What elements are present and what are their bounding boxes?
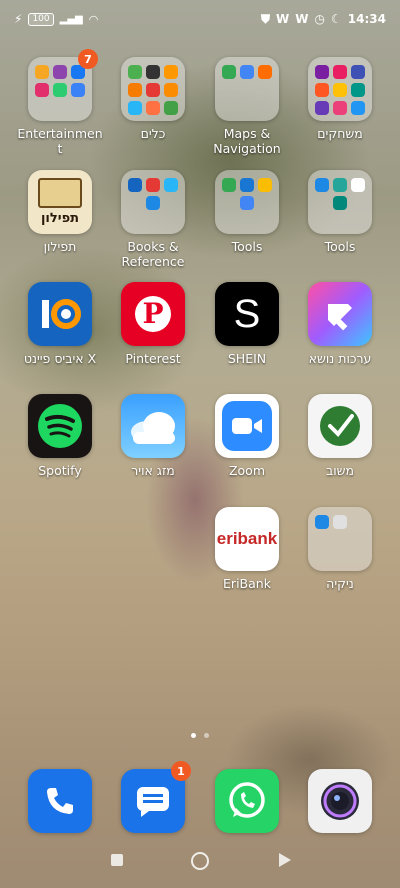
notification-badge: 1 bbox=[171, 761, 191, 781]
app-label: משחקים bbox=[317, 126, 363, 141]
app-label: Tools bbox=[231, 239, 263, 254]
eribank-icon: eribank bbox=[215, 507, 279, 571]
folder-games[interactable]: משחקים bbox=[293, 57, 387, 141]
app-label: משוב bbox=[326, 463, 354, 478]
dock-phone[interactable] bbox=[13, 769, 107, 833]
svg-text:P: P bbox=[142, 297, 163, 330]
charging-icon: ⚡ bbox=[14, 12, 23, 26]
book-icon bbox=[38, 178, 82, 208]
app-label: Zoom bbox=[228, 463, 266, 478]
camera-icon bbox=[308, 769, 372, 833]
page-dot-active[interactable] bbox=[191, 733, 196, 738]
back-button[interactable] bbox=[279, 853, 291, 867]
maps-folder-icon bbox=[215, 57, 279, 121]
status-bar-right: ⛊ W W ◷ ☾ 14:34 bbox=[261, 10, 386, 28]
app-label: Entertainmen t bbox=[17, 126, 103, 156]
app-themes[interactable]: ערכות נושא bbox=[293, 282, 387, 366]
app-pinterest[interactable]: P Pinterest bbox=[106, 282, 200, 366]
navigation-bar bbox=[0, 852, 400, 872]
folder-tools-1[interactable]: Tools bbox=[200, 170, 294, 254]
shield-icon: ⛊ bbox=[261, 11, 271, 26]
battery-indicator: 100 bbox=[28, 12, 54, 26]
notification-badge: 7 bbox=[78, 49, 98, 69]
eribank-logo-text: eribank bbox=[216, 529, 278, 548]
app-label: ערכות נושא bbox=[308, 351, 372, 366]
dock-messages[interactable]: 1 bbox=[106, 761, 200, 833]
app-label: כלים bbox=[140, 126, 166, 141]
folder-cleaner[interactable]: ניקיה bbox=[293, 507, 387, 591]
entertainment-folder-icon: 7 bbox=[28, 49, 98, 121]
app-label: תפילון bbox=[43, 239, 77, 254]
app-spotify[interactable]: Spotify bbox=[13, 394, 107, 478]
whatsapp-icon bbox=[215, 769, 279, 833]
recents-button[interactable] bbox=[111, 854, 123, 866]
dock-camera[interactable] bbox=[293, 769, 387, 833]
spotify-icon bbox=[28, 394, 92, 458]
weather-icon bbox=[121, 394, 185, 458]
app-weather[interactable]: מזג אויר bbox=[106, 394, 200, 478]
phone-icon bbox=[28, 769, 92, 833]
app-label: איביס פיינט X bbox=[23, 351, 97, 366]
ibis-paint-icon bbox=[28, 282, 92, 346]
app-mashov[interactable]: משוב bbox=[293, 394, 387, 478]
alarm-icon: ◷ bbox=[314, 12, 326, 26]
w-app2-icon: W bbox=[295, 12, 309, 26]
wifi-icon: ◠ bbox=[88, 12, 99, 26]
tefilon-icon-text: תפילון bbox=[40, 211, 80, 226]
books-folder-icon bbox=[121, 170, 185, 234]
games-folder-icon bbox=[308, 57, 372, 121]
folder-entertainment[interactable]: 7 Entertainmen t bbox=[13, 49, 107, 156]
pinterest-icon: P bbox=[121, 282, 185, 346]
app-label: SHEIN bbox=[227, 351, 267, 366]
app-tefilon[interactable]: תפילון תפילון bbox=[13, 170, 107, 254]
signal-icon: ▂▄▆ bbox=[59, 13, 83, 25]
folder-tools-hebrew[interactable]: כלים bbox=[106, 57, 200, 141]
shein-logo-text: S bbox=[233, 291, 261, 336]
app-label: Books & Reference bbox=[121, 239, 185, 269]
tefilon-icon: תפילון bbox=[28, 170, 92, 234]
app-label: ניקיה bbox=[326, 576, 354, 591]
dock-whatsapp[interactable] bbox=[200, 769, 294, 833]
zoom-icon bbox=[215, 394, 279, 458]
folder-maps[interactable]: Maps & Navigation bbox=[200, 57, 294, 156]
tools-folder-icon bbox=[121, 57, 185, 121]
app-label: Tools bbox=[324, 239, 356, 254]
app-zoom[interactable]: Zoom bbox=[200, 394, 294, 478]
tools-folder-icon bbox=[215, 170, 279, 234]
cleaner-folder-icon bbox=[308, 507, 372, 571]
app-eribank[interactable]: eribank EriBank bbox=[200, 507, 294, 591]
moon-icon: ☾ bbox=[331, 12, 342, 26]
status-bar-left: ⚡ 100 ▂▄▆ ◠ bbox=[14, 10, 98, 28]
shein-icon: S bbox=[215, 282, 279, 346]
app-label: Maps & Navigation bbox=[213, 126, 281, 156]
app-label: Spotify bbox=[38, 463, 82, 478]
home-button[interactable] bbox=[191, 852, 209, 870]
app-label: מזג אויר bbox=[131, 463, 175, 478]
mashov-icon bbox=[308, 394, 372, 458]
app-ibis-paint[interactable]: איביס פיינט X bbox=[13, 282, 107, 366]
folder-tools-2[interactable]: Tools bbox=[293, 170, 387, 254]
clock-time: 14:34 bbox=[347, 12, 386, 26]
tools-folder-icon bbox=[308, 170, 372, 234]
app-shein[interactable]: S SHEIN bbox=[200, 282, 294, 366]
app-label: EriBank bbox=[223, 576, 271, 591]
folder-books[interactable]: Books & Reference bbox=[106, 170, 200, 269]
messages-icon: 1 bbox=[121, 761, 191, 833]
app-label: Pinterest bbox=[125, 351, 181, 366]
page-indicator bbox=[0, 733, 400, 738]
w-app-icon: W bbox=[276, 12, 290, 26]
themes-icon bbox=[308, 282, 372, 346]
page-dot[interactable] bbox=[204, 733, 209, 738]
